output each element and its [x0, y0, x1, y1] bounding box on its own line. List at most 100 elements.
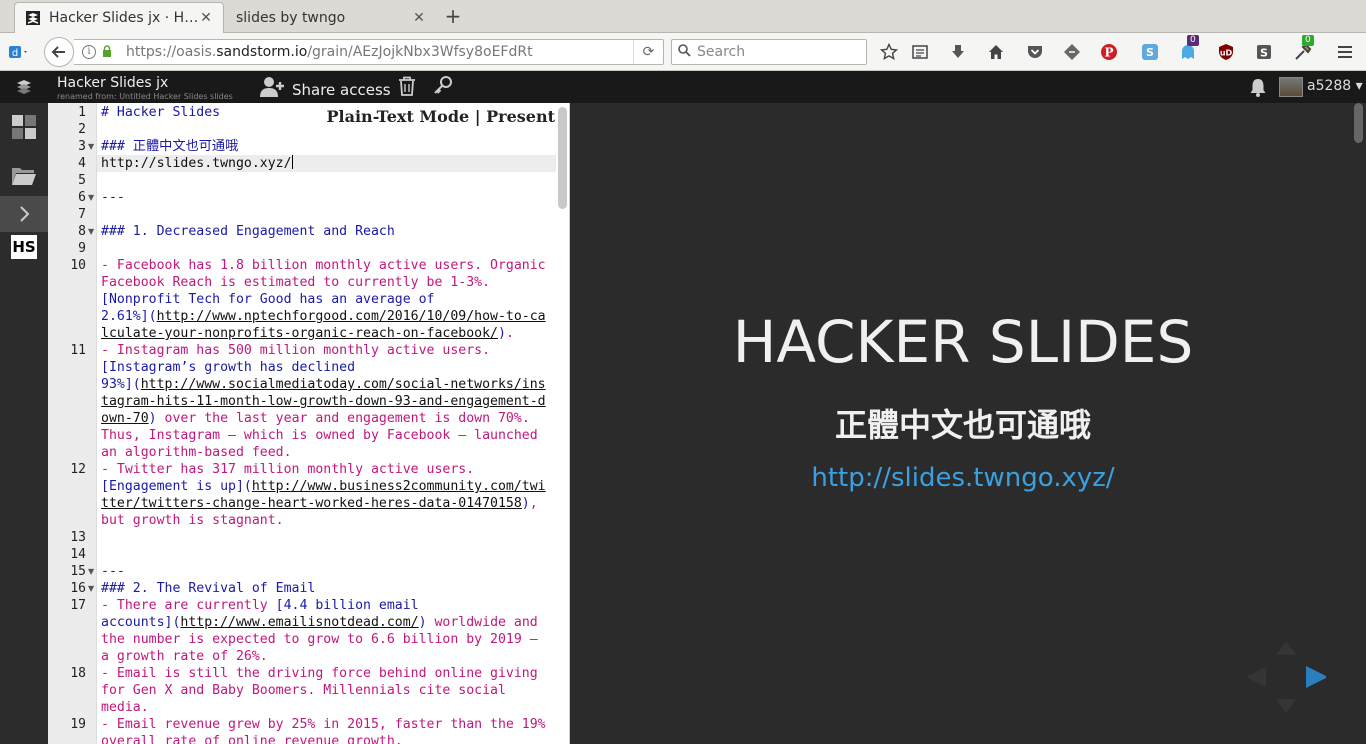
code-line: but growth is stagnant.: [101, 513, 284, 528]
fold-arrow-icon[interactable]: ▼: [88, 580, 94, 597]
extension-tool-icon[interactable]: 0: [1292, 35, 1314, 63]
nav-right-arrow-icon[interactable]: [1306, 666, 1328, 688]
trash-icon[interactable]: [398, 76, 416, 101]
add-person-icon: [260, 76, 286, 103]
editor-scrollbar[interactable]: [558, 107, 567, 209]
markdown-editor[interactable]: 1 2 3 ▼ 4 5 6 ▼ 7 8 ▼ 9 10 11 12 13 14 1…: [48, 103, 570, 744]
user-avatar[interactable]: [1279, 77, 1303, 97]
expand-sidebar-chevron-icon[interactable]: [0, 196, 48, 232]
tab-slides-by-twngo[interactable]: slides by twngo ✕: [226, 2, 436, 33]
preview-scrollbar[interactable]: [1354, 103, 1363, 143]
code-line: tagram-hits-11-month-low-growth-down-93-…: [101, 393, 556, 410]
svg-text:uD: uD: [1220, 49, 1233, 58]
code-line: ### 正體中文也可通哦: [101, 139, 239, 154]
line-number: 1: [78, 105, 86, 120]
tab-hacker-slides[interactable]: Hacker Slides jx · Ha… ✕: [14, 2, 224, 33]
home-icon[interactable]: [985, 41, 1007, 63]
nav-left-arrow-icon[interactable]: [1246, 667, 1266, 687]
search-placeholder: Search: [697, 44, 746, 60]
fold-arrow-icon[interactable]: ▼: [88, 563, 94, 580]
close-tab-icon[interactable]: ✕: [199, 10, 213, 26]
nav-down-arrow-icon[interactable]: [1276, 699, 1296, 713]
menu-hamburger-icon[interactable]: [1334, 41, 1356, 63]
line-number: 8: [78, 224, 86, 239]
extension-s-icon[interactable]: S: [1253, 41, 1275, 63]
code-link[interactable]: lculate-your-nonprofits-organic-reach-on…: [101, 326, 498, 341]
code-line: lculate-your-nonprofits-organic-reach-on…: [101, 325, 556, 342]
username-menu[interactable]: a5288 ▾: [1307, 78, 1363, 94]
code-link[interactable]: tter/twitters-change-heart-worked-heres-…: [101, 496, 522, 511]
code-line-active: http://slides.twngo.xyz/: [101, 155, 556, 172]
info-icon[interactable]: i: [82, 45, 96, 59]
fold-arrow-icon[interactable]: ▼: [88, 138, 94, 155]
nav-up-arrow-icon[interactable]: [1276, 641, 1296, 655]
line-number: 10: [70, 258, 86, 273]
ublock-icon[interactable]: uD: [1215, 41, 1237, 63]
code-text: 93%](: [101, 377, 141, 392]
search-input[interactable]: Search: [671, 39, 867, 65]
code-text: 2.61%](: [101, 309, 157, 324]
hacker-slides-app-icon[interactable]: HS: [0, 229, 48, 265]
code-line: 2.61%](http://www.nptechforgood.com/2016…: [101, 308, 556, 325]
slide-preview[interactable]: HACKER SLIDES 正體中文也可通哦 http://slides.twn…: [570, 103, 1366, 744]
hacker-slides-favicon-icon: [25, 10, 41, 26]
grain-title[interactable]: Hacker Slides jx: [57, 75, 168, 91]
sandstorm-logo-icon[interactable]: [0, 71, 48, 103]
fold-arrow-icon[interactable]: ▼: [88, 223, 94, 240]
grains-folder-icon[interactable]: [0, 158, 48, 194]
code-line: ### 1. Decreased Engagement and Reach: [101, 224, 395, 239]
code-link[interactable]: own-70: [101, 411, 149, 426]
back-button[interactable]: [44, 37, 74, 67]
code-link[interactable]: http://www.business2community.com/twi: [252, 479, 546, 494]
line-number: 14: [70, 547, 86, 562]
code-line: ---: [101, 564, 125, 579]
download-icon[interactable]: [947, 41, 969, 63]
reading-list-icon[interactable]: [909, 41, 931, 63]
extension-green-badge: 0: [1302, 35, 1314, 46]
svg-text:S: S: [1146, 46, 1154, 59]
notifications-bell-icon[interactable]: [1249, 77, 1267, 101]
extension-diamond-icon[interactable]: [1061, 41, 1083, 63]
code-line: - Instagram has 500 million monthly acti…: [101, 343, 491, 358]
code-text: ): [497, 326, 506, 341]
lock-icon[interactable]: [102, 44, 116, 60]
code-link[interactable]: http://www.emailisnotdead.com/: [180, 615, 418, 630]
ghostery-icon[interactable]: 0: [1177, 35, 1199, 63]
line-number: 12: [70, 462, 86, 477]
code-link[interactable]: http://www.nptechforgood.com/2016/10/09/…: [157, 309, 546, 324]
url-bar[interactable]: i https://oasis.sandstorm.io/grain/AEzJo…: [74, 39, 664, 65]
code-text: http://slides.twngo.xyz/: [101, 156, 292, 171]
key-icon[interactable]: [433, 75, 453, 100]
skype-icon[interactable]: S: [1139, 41, 1161, 63]
share-access-button[interactable]: Share access: [260, 76, 391, 103]
line-number: 18: [70, 666, 86, 681]
line-number: 17: [70, 598, 86, 613]
apps-grid-icon[interactable]: [0, 109, 48, 145]
code-line: - There are currently [4.4 billion email: [101, 597, 556, 614]
line-number: 16: [70, 581, 86, 596]
close-tab-icon[interactable]: ✕: [412, 10, 426, 26]
code-line: - Twitter has 317 million monthly active…: [101, 462, 475, 477]
slide-subtitle: 正體中文也可通哦: [834, 406, 1091, 444]
bookmark-star-icon[interactable]: [878, 41, 900, 63]
code-line: tter/twitters-change-heart-worked-heres-…: [101, 495, 556, 512]
code-line: 93%](http://www.socialmediatoday.com/soc…: [101, 376, 556, 393]
code-text: accounts](: [101, 615, 181, 630]
reload-icon[interactable]: ⟳: [633, 40, 663, 64]
pinterest-icon[interactable]: P: [1098, 41, 1120, 63]
code-link[interactable]: http://www.socialmediatoday.com/social-n…: [141, 377, 546, 392]
code-link[interactable]: tagram-hits-11-month-low-growth-down-93-…: [101, 394, 546, 409]
code-text: ): [521, 496, 530, 511]
mode-switch-links[interactable]: Plain-Text Mode | Present: [322, 107, 555, 126]
tab-groups-icon[interactable]: d: [8, 41, 30, 63]
slide-link[interactable]: http://slides.twngo.xyz/: [570, 463, 1356, 493]
pocket-icon[interactable]: [1024, 41, 1046, 63]
code-line: for Gen X and Baby Boomers. Millennials …: [101, 683, 506, 698]
line-number: 3: [78, 139, 86, 154]
line-number-gutter: 1 2 3 ▼ 4 5 6 ▼ 7 8 ▼ 9 10 11 12 13 14 1…: [48, 103, 97, 744]
navigation-toolbar: d i https://oasis.sandstorm.io/grain/AEz…: [0, 33, 1366, 71]
fold-arrow-icon[interactable]: ▼: [88, 189, 94, 206]
new-tab-button[interactable]: +: [442, 4, 464, 28]
code-line: ---: [101, 190, 125, 205]
sandstorm-sidebar: HS: [0, 103, 48, 744]
